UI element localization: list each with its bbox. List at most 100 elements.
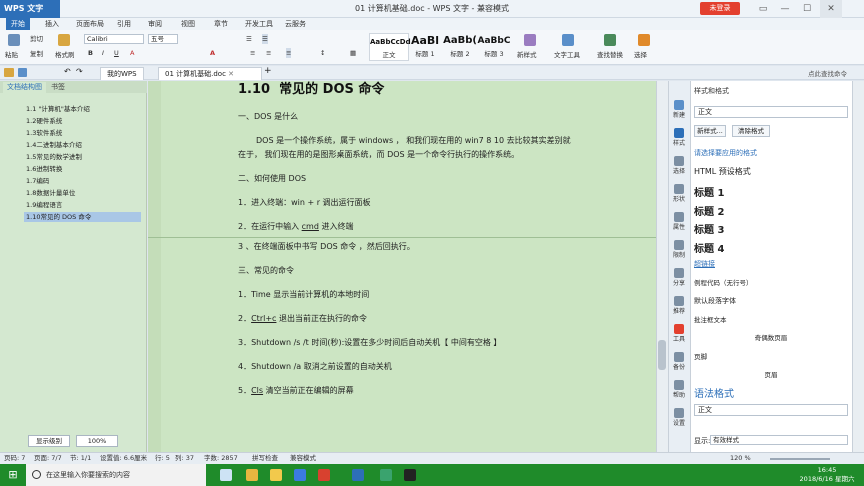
- find-replace-button[interactable]: 查找替换: [597, 50, 623, 60]
- menu-page-layout[interactable]: 页面布局: [76, 18, 104, 30]
- grammar-style-field[interactable]: 正文: [694, 404, 848, 416]
- sidebar-settings[interactable]: 设置: [668, 408, 690, 427]
- task-view-icon[interactable]: [220, 469, 232, 481]
- paste-button[interactable]: 粘贴: [5, 50, 18, 60]
- terminal-icon[interactable]: [404, 469, 416, 481]
- zoom-slider[interactable]: [770, 458, 830, 460]
- document-canvas[interactable]: 1.10 常见的 DOS 命令 一、DOS 是什么 DOS 是一个操作系统，属于…: [148, 81, 668, 452]
- wps-writer-icon[interactable]: [352, 469, 364, 481]
- sidebar-shapes[interactable]: 形状: [668, 184, 690, 203]
- copy-button[interactable]: 复制: [30, 49, 43, 59]
- sidebar-tools[interactable]: 工具: [668, 324, 690, 343]
- outline-item[interactable]: 1.6进制转换: [24, 164, 141, 174]
- outline-item[interactable]: 1.2硬件系统: [24, 116, 141, 126]
- file-explorer-icon[interactable]: [270, 469, 282, 481]
- browser-icon[interactable]: [246, 469, 258, 481]
- align-center-icon[interactable]: ≡: [266, 48, 271, 58]
- outline-item[interactable]: 1.5常见的数学进制: [24, 152, 141, 162]
- underline-button[interactable]: U: [114, 48, 119, 58]
- maximize-icon[interactable]: ☐: [796, 0, 818, 18]
- store-icon[interactable]: [294, 469, 306, 481]
- number-list-icon[interactable]: ☰: [262, 34, 268, 44]
- align-justify-icon[interactable]: ≡: [286, 48, 292, 58]
- style-heading-3[interactable]: AaBbC 标题 3: [474, 33, 514, 61]
- font-size-select[interactable]: 五号: [148, 34, 178, 44]
- app-icon[interactable]: [380, 469, 392, 481]
- menu-review[interactable]: 审阅: [148, 18, 162, 30]
- font-family-select[interactable]: Calibri: [84, 34, 144, 44]
- tab-document[interactable]: 01 计算机基础.doc ✕: [158, 67, 262, 80]
- current-style-field[interactable]: 正文: [694, 106, 848, 118]
- style-heading-1[interactable]: AaBl 标题 1: [405, 33, 445, 61]
- menu-references[interactable]: 引用: [117, 18, 131, 30]
- style-normal[interactable]: AaBbCcDd 正文: [369, 33, 411, 61]
- paste-icon[interactable]: [8, 34, 20, 46]
- text-tools-button[interactable]: 文字工具: [554, 50, 580, 60]
- close-tab-icon[interactable]: ✕: [228, 70, 234, 78]
- app-menu-button[interactable]: WPS 文字: [0, 0, 60, 18]
- tab-outline[interactable]: 文档结构图: [3, 82, 46, 93]
- style-item[interactable]: 标题 2: [694, 203, 848, 218]
- border-icon[interactable]: ▦: [350, 48, 356, 58]
- align-left-icon[interactable]: ≡: [250, 48, 255, 58]
- taskbar-search[interactable]: 在这里输入你要搜索的内容: [26, 464, 206, 486]
- outline-item[interactable]: 1.4二进制基本介绍: [24, 140, 141, 150]
- format-painter-button[interactable]: 格式刷: [55, 50, 75, 60]
- style-item[interactable]: 标题 3: [694, 221, 848, 236]
- sidebar-new[interactable]: 新建: [668, 100, 690, 119]
- panel-scrollbar[interactable]: [852, 81, 864, 452]
- redo-icon[interactable]: ↷: [76, 67, 83, 76]
- line-spacing-icon[interactable]: ↕: [320, 48, 325, 58]
- style-item[interactable]: 默认段落字体: [694, 296, 848, 306]
- select-button[interactable]: 选择: [634, 50, 647, 60]
- vertical-scrollbar[interactable]: [656, 81, 668, 452]
- clock[interactable]: 16:45 2018/6/16 星期六: [790, 466, 864, 484]
- menu-view[interactable]: 视图: [181, 18, 195, 30]
- outline-item-active[interactable]: 1.10常见的 DOS 命令: [24, 212, 141, 222]
- minimize-icon[interactable]: —: [774, 0, 796, 18]
- style-item[interactable]: 页脚: [694, 351, 848, 361]
- menu-chapter[interactable]: 章节: [214, 18, 228, 30]
- menu-home[interactable]: 开始: [6, 18, 30, 30]
- outline-item[interactable]: 1.1 "计算机"基本介绍: [24, 104, 141, 114]
- italic-button[interactable]: I: [102, 48, 104, 58]
- menu-insert[interactable]: 插入: [45, 18, 59, 30]
- start-button[interactable]: ⊞: [0, 464, 26, 486]
- style-item[interactable]: 批注框文本: [694, 314, 848, 324]
- font-color-icon[interactable]: A: [130, 48, 134, 58]
- sidebar-properties[interactable]: 属性: [668, 212, 690, 231]
- bold-button[interactable]: B: [88, 48, 93, 58]
- undo-icon[interactable]: ↶: [64, 67, 71, 76]
- find-replace-icon[interactable]: [604, 34, 616, 46]
- tab-bookmarks[interactable]: 书签: [47, 82, 69, 93]
- style-item[interactable]: 奇偶数页眉: [694, 332, 848, 342]
- outline-level-select[interactable]: 显示级别: [28, 435, 70, 447]
- sidebar-help[interactable]: 帮助: [668, 380, 690, 399]
- format-painter-icon[interactable]: [58, 34, 70, 46]
- cortana-icon[interactable]: [32, 470, 41, 479]
- new-style-panel-button[interactable]: 新样式...: [694, 125, 726, 137]
- sidebar-recommend[interactable]: 推荐: [668, 296, 690, 315]
- cut-button[interactable]: 剪切: [30, 34, 43, 44]
- new-tab-icon[interactable]: +: [264, 66, 272, 76]
- tab-my-wps[interactable]: 我的WPS: [100, 67, 144, 80]
- menu-developer[interactable]: 开发工具: [245, 18, 273, 30]
- sidebar-restrict[interactable]: 限制: [668, 240, 690, 259]
- wps-icon[interactable]: [318, 469, 330, 481]
- menu-cloud[interactable]: 云服务: [285, 18, 306, 30]
- document-page[interactable]: 1.10 常见的 DOS 命令 一、DOS 是什么 DOS 是一个操作系统，属于…: [161, 81, 656, 452]
- style-item[interactable]: 例程代码（无行号）: [694, 277, 848, 287]
- scrollbar-thumb[interactable]: [658, 340, 666, 370]
- folder-icon[interactable]: [4, 68, 14, 77]
- new-style-icon[interactable]: [524, 34, 536, 46]
- sidebar-share[interactable]: 分享: [668, 268, 690, 287]
- login-button[interactable]: 未登录: [700, 2, 740, 15]
- outline-zoom-select[interactable]: 100%: [76, 435, 118, 447]
- outline-item[interactable]: 1.8数据计量单位: [24, 188, 141, 198]
- sidebar-styles[interactable]: 样式: [668, 128, 690, 147]
- outline-item[interactable]: 1.3软件系统: [24, 128, 141, 138]
- command-search[interactable]: 点此查找命令: [808, 68, 847, 78]
- highlight-color-icon[interactable]: A: [210, 48, 215, 58]
- select-icon[interactable]: [638, 34, 650, 46]
- style-item[interactable]: HTML 预设格式: [694, 166, 848, 177]
